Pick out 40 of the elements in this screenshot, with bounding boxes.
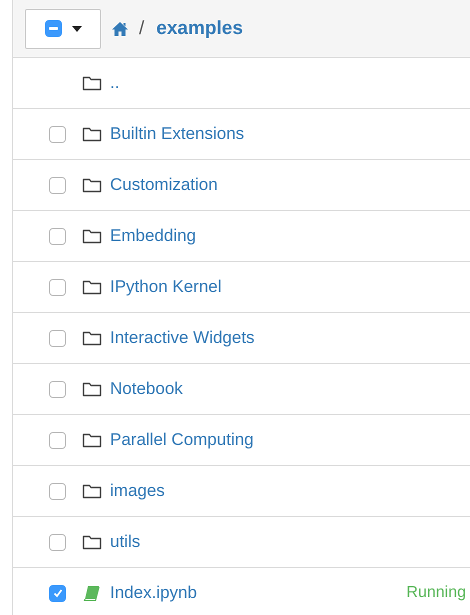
row-checkbox[interactable] [49,482,66,500]
select-all-dropdown[interactable] [25,8,101,48]
folder-icon [82,381,102,397]
home-icon[interactable] [111,20,129,36]
breadcrumb-separator: / [139,18,144,40]
file-link[interactable]: Customization [110,175,218,195]
row-checkbox[interactable] [49,534,66,550]
row-checkbox[interactable] [49,380,66,398]
book-icon [82,585,102,601]
row-checkbox[interactable] [49,126,66,142]
folder-icon [82,228,102,244]
row-checkbox[interactable] [49,228,66,244]
folder-icon [82,432,102,448]
row-checkbox[interactable] [49,584,66,602]
row-checkbox[interactable] [49,176,66,194]
folder-icon [82,126,102,142]
select-all-checkbox[interactable] [44,20,62,37]
folder-icon [82,75,102,91]
file-link[interactable]: Notebook [110,379,183,399]
folder-icon [82,534,102,550]
file-link[interactable]: images [110,481,165,501]
row-checkbox[interactable] [49,330,66,346]
folder-icon [82,330,102,346]
file-link[interactable]: .. [110,73,120,93]
file-link[interactable]: Builtin Extensions [110,124,244,144]
caret-icon [72,26,82,32]
file-link[interactable]: Interactive Widgets [110,328,255,348]
running-status: Running [406,584,466,602]
checkmark-icon [52,587,64,599]
row-checkbox[interactable] [49,278,66,296]
file-link[interactable]: utils [110,532,140,552]
row-checkbox[interactable] [49,432,66,448]
file-link[interactable]: IPython Kernel [110,277,222,297]
file-link[interactable]: Parallel Computing [110,430,254,450]
folder-icon [82,483,102,499]
file-link[interactable]: Index.ipynb [110,583,197,603]
folder-icon [82,279,102,295]
folder-icon [82,177,102,193]
file-link[interactable]: Embedding [110,226,196,246]
folder-breadcrumb-link[interactable]: examples [156,18,243,40]
